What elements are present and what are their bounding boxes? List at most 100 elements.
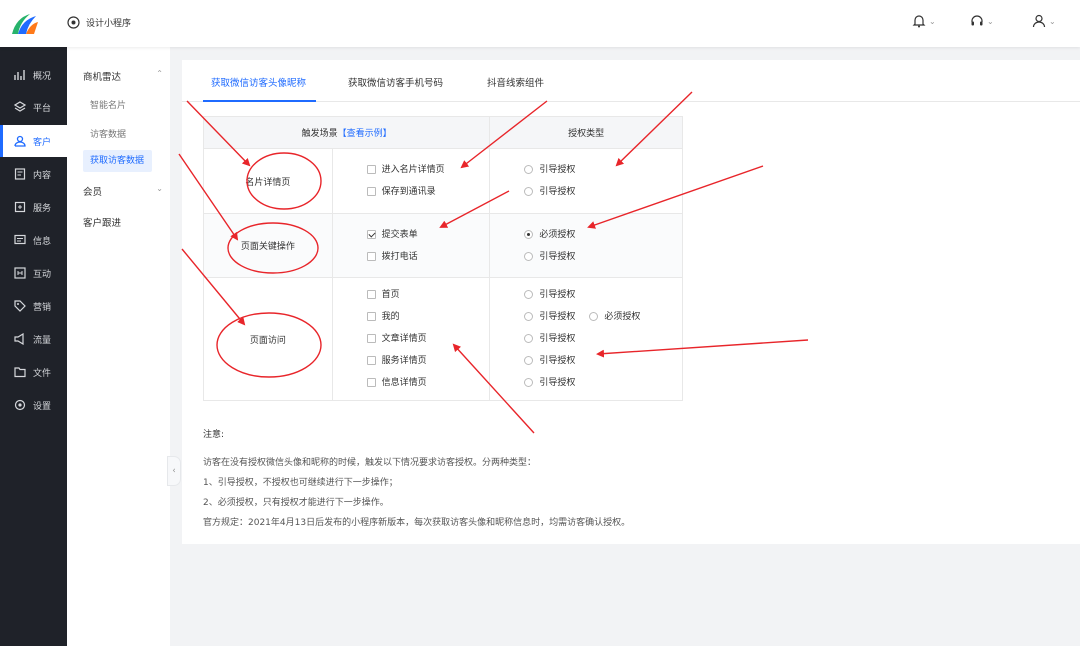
section-label: 客户跟进 xyxy=(83,218,122,229)
section-label: 商机雷达 xyxy=(83,72,122,83)
radio-item[interactable]: 引导授权 xyxy=(524,246,682,268)
radio-label: 必须授权 xyxy=(539,229,576,240)
checkbox-item[interactable]: 提交表单 xyxy=(366,224,490,246)
radio[interactable] xyxy=(589,312,599,321)
scene-cell: 名片详情页 xyxy=(203,148,333,214)
app-name: 设计小程序 xyxy=(86,19,132,29)
checkbox[interactable] xyxy=(366,187,376,196)
checkbox[interactable] xyxy=(366,290,376,299)
radio[interactable] xyxy=(524,378,534,387)
layers-icon xyxy=(14,101,26,112)
radio[interactable] xyxy=(524,165,534,174)
user-icon xyxy=(14,135,26,147)
radio[interactable] xyxy=(524,356,534,365)
nav-item-message[interactable]: 信息 xyxy=(0,224,67,256)
checkbox-label: 保存到通讯录 xyxy=(381,187,436,197)
nav-label: 概况 xyxy=(33,71,52,82)
checkbox-item[interactable]: 信息详情页 xyxy=(366,372,490,394)
nav-item-settings[interactable]: 设置 xyxy=(0,389,67,421)
checkbox[interactable] xyxy=(366,356,376,365)
radio[interactable] xyxy=(524,187,534,196)
nav-label: 文件 xyxy=(33,368,52,379)
checkbox[interactable] xyxy=(366,165,376,174)
checkbox-checked[interactable] xyxy=(366,229,376,239)
radio-item[interactable]: 引导授权 xyxy=(524,372,682,394)
app-switcher[interactable]: 设计小程序 xyxy=(67,16,131,29)
notes-line: 2、必须授权，只有授权才能进行下一步操作。 xyxy=(203,498,389,508)
logo-icon[interactable] xyxy=(10,10,38,36)
subnav-item-visitor-data[interactable]: 访客数据 xyxy=(90,127,126,140)
nav-label: 信息 xyxy=(33,236,52,247)
notification-button[interactable]: ⌄ xyxy=(912,14,936,28)
checkbox[interactable] xyxy=(366,312,376,321)
tab-phone-number[interactable]: 获取微信访客手机号码 xyxy=(348,75,443,89)
radio-item[interactable]: 引导授权 必须授权 xyxy=(524,306,682,328)
header-auth-type: 授权类型 xyxy=(489,116,683,149)
notes-title: 注意: xyxy=(203,430,225,440)
support-button[interactable]: ⌄ xyxy=(970,14,994,28)
radio-item[interactable]: 引导授权 xyxy=(524,159,682,181)
checkbox-label: 我的 xyxy=(381,312,400,322)
subnav-section-followup[interactable]: 客户跟进 xyxy=(83,215,163,229)
subnav-item-card[interactable]: 智能名片 xyxy=(90,98,126,111)
nav-item-files[interactable]: 文件 xyxy=(0,356,67,388)
radio-selected[interactable] xyxy=(524,229,534,239)
headset-icon xyxy=(971,15,983,26)
checkbox-label: 进入名片详情页 xyxy=(381,165,445,175)
nav-item-customer[interactable]: 客户 xyxy=(0,125,67,157)
radio-item[interactable]: 引导授权 xyxy=(524,328,682,350)
table-row: 名片详情页 进入名片详情页 保存到通讯录 引导授权 引导授权 xyxy=(203,148,683,214)
account-button[interactable]: ⌄ xyxy=(1032,14,1056,28)
notes-section: 注意: 访客在没有授权微信头像和昵称的时候，触发以下情况要求访客授权。分两种类型… xyxy=(203,425,630,533)
checkbox-item[interactable]: 文章详情页 xyxy=(366,328,490,350)
radio-item[interactable]: 引导授权 xyxy=(524,350,682,372)
radio[interactable] xyxy=(524,290,534,299)
checkbox-item[interactable]: 服务详情页 xyxy=(366,350,490,372)
collapse-toggle[interactable]: ‹ xyxy=(167,456,181,486)
active-tab-indicator xyxy=(203,100,316,102)
radio[interactable] xyxy=(524,312,534,321)
checkbox-item[interactable]: 进入名片详情页 xyxy=(366,159,490,181)
folder-icon xyxy=(14,367,26,378)
radio-item[interactable]: 必须授权 xyxy=(524,224,682,246)
subnav-section-radar[interactable]: 商机雷达 ⌃ xyxy=(83,69,163,83)
checkbox[interactable] xyxy=(366,378,376,387)
chevron-down-icon: ⌃ xyxy=(156,69,163,78)
checkbox-item[interactable]: 首页 xyxy=(366,284,490,306)
checkbox[interactable] xyxy=(366,251,376,261)
nav-item-content[interactable]: 内容 xyxy=(0,158,67,190)
checkbox-item[interactable]: 拨打电话 xyxy=(366,246,490,268)
table-row: 页面关键操作 提交表单 拨打电话 必须授权 引导授权 xyxy=(203,213,683,278)
chevron-down-icon: ⌄ xyxy=(987,16,994,26)
bell-icon xyxy=(912,15,926,28)
nav-item-platform[interactable]: 平台 xyxy=(0,91,67,123)
chevron-down-icon: ⌄ xyxy=(156,184,163,193)
subnav-item-get-visitor-data[interactable]: 获取访客数据 xyxy=(83,150,152,172)
message-icon xyxy=(14,234,26,245)
tab-avatar-nickname[interactable]: 获取微信访客头像昵称 xyxy=(211,75,306,89)
checkbox-item[interactable]: 保存到通讯录 xyxy=(366,181,490,203)
nav-item-service[interactable]: 服务 xyxy=(0,191,67,223)
radio-item[interactable]: 引导授权 xyxy=(524,284,682,306)
radio[interactable] xyxy=(524,251,534,261)
checkbox-item[interactable]: 我的 xyxy=(366,306,490,328)
radio-label: 引导授权 xyxy=(539,187,576,197)
nav-item-marketing[interactable]: 营销 xyxy=(0,290,67,322)
interaction-icon xyxy=(14,267,26,279)
nav-item-interaction[interactable]: 互动 xyxy=(0,257,67,289)
section-label: 会员 xyxy=(83,187,103,198)
subnav-section-member[interactable]: 会员 ⌄ xyxy=(83,184,163,198)
checkbox-label: 首页 xyxy=(381,290,400,300)
radio-label: 引导授权 xyxy=(539,378,576,388)
view-example-link[interactable]: 【查看示例】 xyxy=(338,129,392,139)
radio[interactable] xyxy=(524,334,534,343)
nav-item-overview[interactable]: 概况 xyxy=(0,59,67,91)
radio-item[interactable]: 引导授权 xyxy=(524,181,682,203)
nav-item-traffic[interactable]: 流量 xyxy=(0,323,67,355)
header-scene: 触发场景 xyxy=(301,129,338,139)
tab-douyin-leads[interactable]: 抖音线索组件 xyxy=(487,75,544,89)
tag-icon xyxy=(14,300,26,312)
document-icon xyxy=(14,168,26,180)
tab-bar: 获取微信访客头像昵称 获取微信访客手机号码 抖音线索组件 xyxy=(182,60,1080,102)
checkbox[interactable] xyxy=(366,334,376,343)
